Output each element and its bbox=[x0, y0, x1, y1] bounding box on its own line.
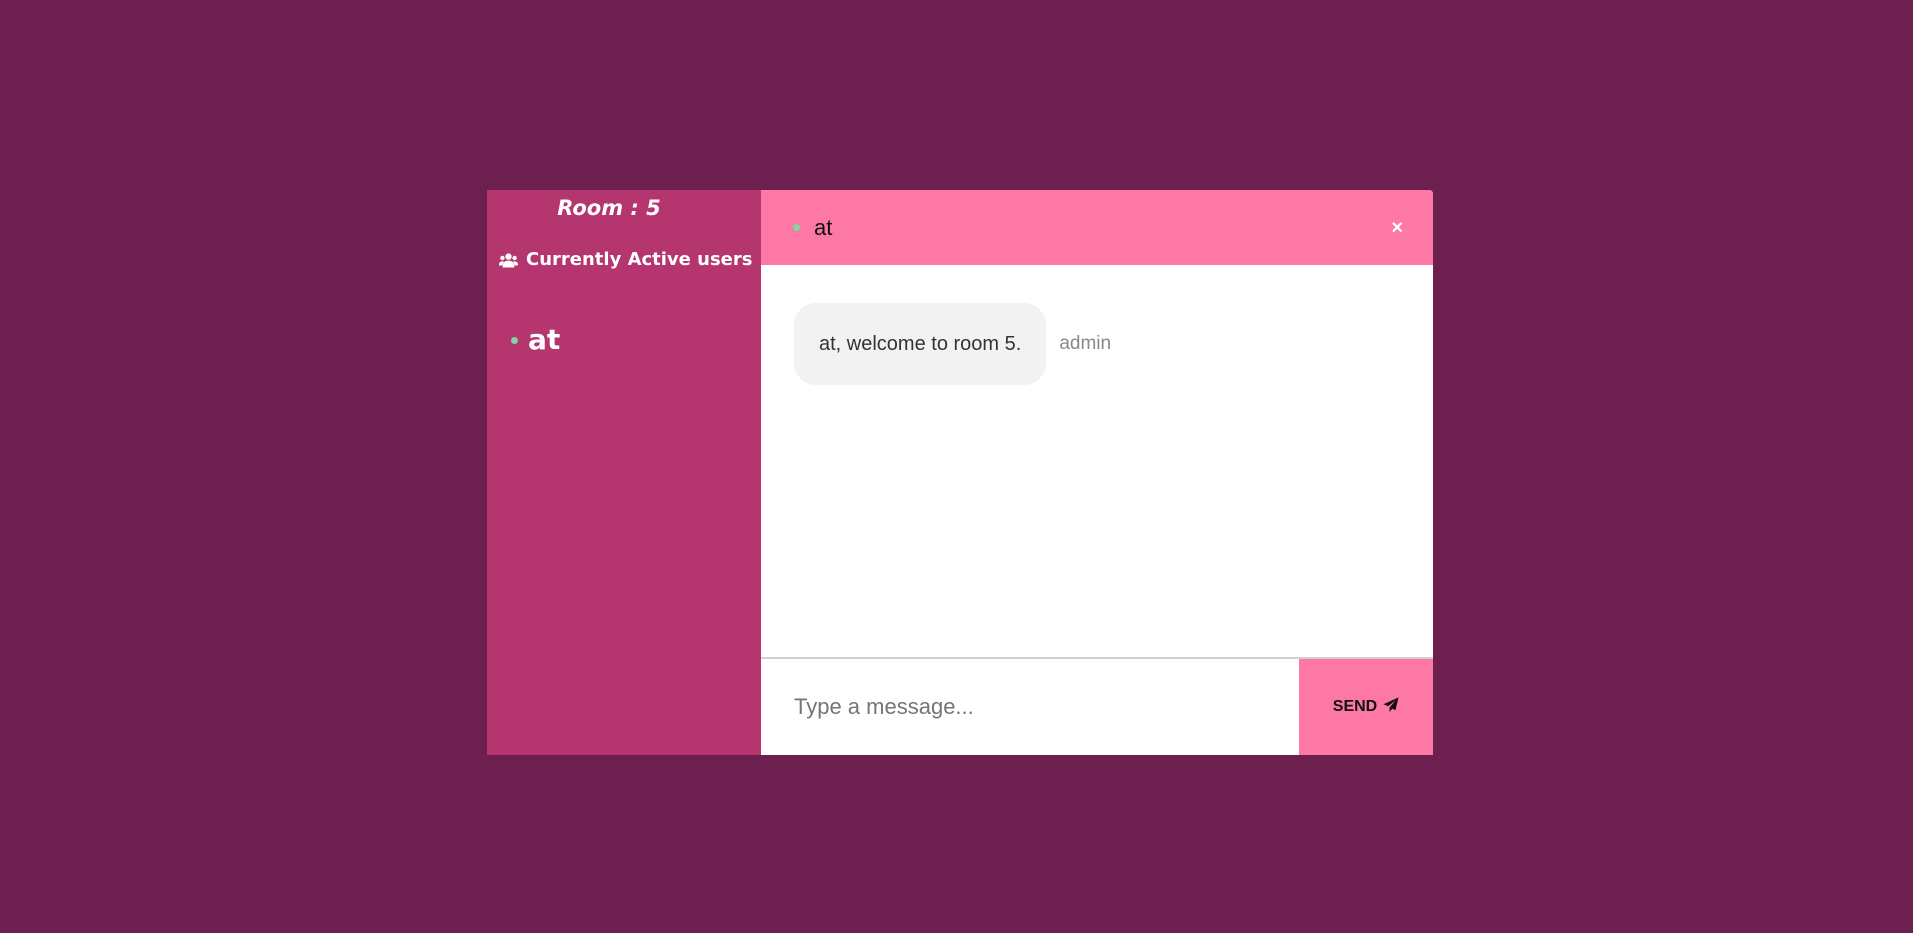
send-button-label: SEND bbox=[1332, 698, 1378, 715]
active-users-heading: Currently Active users bbox=[499, 248, 753, 272]
online-status-dot bbox=[511, 336, 518, 344]
chat-panel: at × at, welcome to room 5. admin SEND bbox=[761, 190, 1433, 755]
sidebar: Room : 5 Currently Active users at bbox=[487, 190, 761, 755]
close-button[interactable]: × bbox=[1391, 218, 1403, 238]
message-input[interactable] bbox=[761, 659, 1299, 755]
room-title: Room : 5 bbox=[557, 196, 661, 220]
online-status-dot bbox=[793, 224, 800, 231]
paper-plane-icon bbox=[1383, 696, 1399, 718]
message-list: at, welcome to room 5. admin bbox=[761, 265, 1433, 657]
user-list-item[interactable]: at bbox=[511, 320, 560, 360]
users-icon bbox=[499, 252, 518, 268]
chat-header: at × bbox=[761, 190, 1433, 265]
message-bubble: at, welcome to room 5. bbox=[794, 303, 1047, 385]
message-item: at, welcome to room 5. admin bbox=[794, 303, 1111, 385]
message-composer: SEND bbox=[761, 657, 1433, 755]
active-users-heading-label: Currently Active users bbox=[526, 249, 753, 270]
chat-app: Room : 5 Currently Active users at at × … bbox=[487, 190, 1433, 755]
chat-header-username: at bbox=[814, 214, 833, 240]
user-name: at bbox=[528, 323, 561, 356]
user-list: at bbox=[511, 320, 560, 360]
message-sender: admin bbox=[1059, 333, 1112, 354]
send-button[interactable]: SEND bbox=[1299, 659, 1433, 755]
